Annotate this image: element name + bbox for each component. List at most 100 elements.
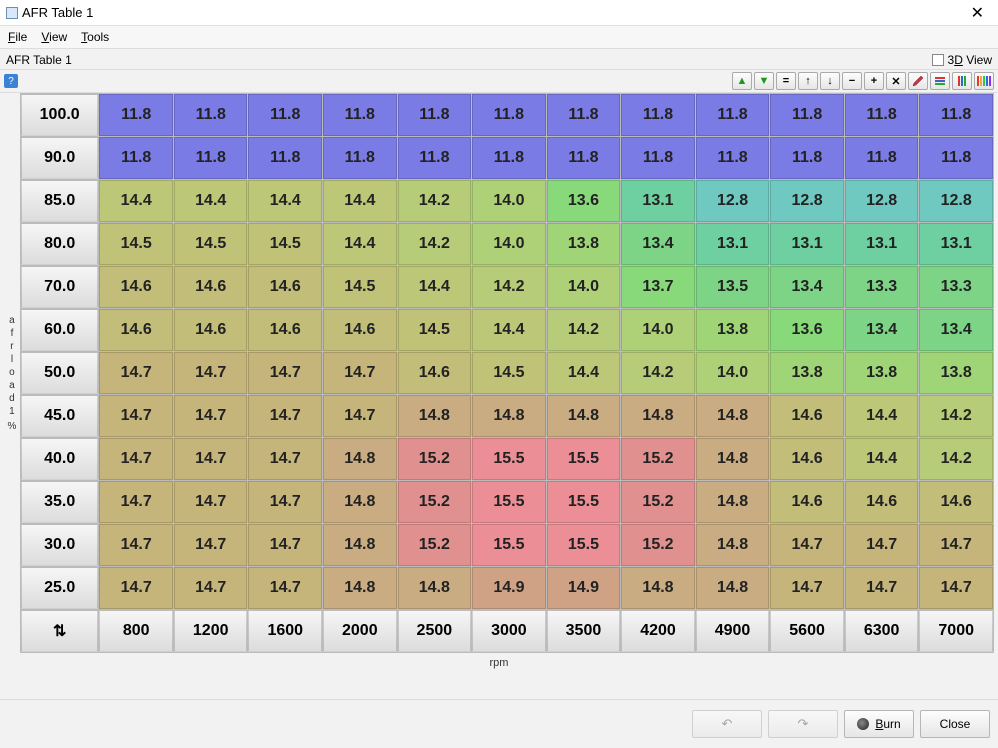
burn-button[interactable]: Burn: [844, 710, 914, 738]
afr-cell[interactable]: 11.8: [99, 137, 172, 179]
afr-cell[interactable]: 14.4: [845, 438, 919, 480]
col-header[interactable]: 7000: [919, 610, 993, 652]
afr-cell[interactable]: 11.8: [621, 137, 695, 179]
afr-cell[interactable]: 14.5: [398, 309, 472, 351]
afr-cell[interactable]: 14.4: [99, 180, 172, 222]
afr-cell[interactable]: 13.8: [919, 352, 993, 394]
afr-cell[interactable]: 14.7: [174, 567, 248, 609]
afr-cell[interactable]: 11.8: [248, 94, 322, 136]
afr-cell[interactable]: 14.6: [248, 266, 322, 308]
row-header[interactable]: 25.0: [21, 567, 99, 609]
afr-cell[interactable]: 14.8: [547, 395, 621, 437]
afr-cell[interactable]: 11.8: [770, 137, 844, 179]
afr-cell[interactable]: 14.8: [621, 567, 695, 609]
afr-cell[interactable]: 11.8: [845, 137, 919, 179]
plus-button[interactable]: +: [864, 72, 884, 90]
afr-cell[interactable]: 14.6: [770, 481, 844, 523]
afr-cell[interactable]: 14.7: [174, 481, 248, 523]
afr-cell[interactable]: 11.8: [845, 94, 919, 136]
afr-cell[interactable]: 13.4: [621, 223, 695, 265]
col-header[interactable]: 2500: [398, 610, 472, 652]
hstripe-button[interactable]: [930, 72, 950, 90]
afr-cell[interactable]: 14.7: [99, 567, 172, 609]
row-header[interactable]: 50.0: [21, 352, 99, 394]
col-header[interactable]: 1600: [248, 610, 322, 652]
afr-cell[interactable]: 13.6: [770, 309, 844, 351]
afr-cell[interactable]: 11.8: [696, 137, 770, 179]
afr-cell[interactable]: 14.4: [398, 266, 472, 308]
afr-cell[interactable]: 14.7: [99, 395, 172, 437]
afr-cell[interactable]: 14.9: [472, 567, 546, 609]
afr-cell[interactable]: 14.7: [99, 352, 172, 394]
afr-cell[interactable]: 11.8: [174, 137, 248, 179]
afr-cell[interactable]: 14.5: [323, 266, 397, 308]
afr-cell[interactable]: 14.7: [99, 524, 172, 566]
row-header[interactable]: 80.0: [21, 223, 99, 265]
afr-cell[interactable]: 15.2: [621, 524, 695, 566]
afr-cell[interactable]: 14.8: [696, 438, 770, 480]
equals-button[interactable]: =: [776, 72, 796, 90]
afr-cell[interactable]: 14.7: [248, 352, 322, 394]
afr-cell[interactable]: 14.7: [174, 352, 248, 394]
afr-cell[interactable]: 14.5: [472, 352, 546, 394]
view-3d-toggle[interactable]: 3D View: [932, 53, 993, 67]
afr-cell[interactable]: 14.6: [919, 481, 993, 523]
afr-cell[interactable]: 12.8: [696, 180, 770, 222]
afr-cell[interactable]: 12.8: [845, 180, 919, 222]
afr-cell[interactable]: 14.5: [174, 223, 248, 265]
afr-cell[interactable]: 14.4: [845, 395, 919, 437]
afr-table[interactable]: 100.011.811.811.811.811.811.811.811.811.…: [20, 93, 994, 653]
afr-cell[interactable]: 15.5: [472, 481, 546, 523]
afr-cell[interactable]: 11.8: [919, 94, 993, 136]
afr-cell[interactable]: 11.8: [248, 137, 322, 179]
help-icon[interactable]: ?: [4, 74, 18, 88]
afr-cell[interactable]: 14.2: [547, 309, 621, 351]
row-header[interactable]: 100.0: [21, 94, 99, 136]
afr-cell[interactable]: 14.8: [696, 395, 770, 437]
afr-cell[interactable]: 14.7: [919, 567, 993, 609]
afr-cell[interactable]: 14.2: [621, 352, 695, 394]
arrow-up-green-button[interactable]: ▲: [732, 72, 752, 90]
afr-cell[interactable]: 15.5: [547, 524, 621, 566]
afr-cell[interactable]: 14.7: [248, 524, 322, 566]
afr-cell[interactable]: 14.8: [323, 438, 397, 480]
afr-cell[interactable]: 13.1: [696, 223, 770, 265]
afr-cell[interactable]: 14.8: [398, 395, 472, 437]
afr-cell[interactable]: 13.6: [547, 180, 621, 222]
afr-cell[interactable]: 14.6: [99, 309, 172, 351]
afr-cell[interactable]: 14.2: [919, 438, 993, 480]
col-header[interactable]: 3000: [472, 610, 546, 652]
afr-cell[interactable]: 11.8: [398, 137, 472, 179]
row-header[interactable]: 70.0: [21, 266, 99, 308]
afr-cell[interactable]: 13.4: [770, 266, 844, 308]
afr-cell[interactable]: 14.2: [472, 266, 546, 308]
pencil-button[interactable]: [908, 72, 928, 90]
afr-cell[interactable]: 15.5: [547, 438, 621, 480]
afr-cell[interactable]: 12.8: [770, 180, 844, 222]
afr-cell[interactable]: 15.5: [547, 481, 621, 523]
multiply-button[interactable]: ✕: [886, 72, 906, 90]
afr-cell[interactable]: 13.3: [845, 266, 919, 308]
afr-cell[interactable]: 14.7: [323, 352, 397, 394]
afr-cell[interactable]: 13.7: [621, 266, 695, 308]
afr-cell[interactable]: 11.8: [174, 94, 248, 136]
afr-cell[interactable]: 14.0: [696, 352, 770, 394]
afr-cell[interactable]: 15.2: [398, 524, 472, 566]
afr-cell[interactable]: 14.7: [845, 524, 919, 566]
afr-cell[interactable]: 15.2: [621, 481, 695, 523]
col-header[interactable]: 6300: [845, 610, 919, 652]
axis-corner-button[interactable]: ⇅: [21, 610, 99, 652]
afr-cell[interactable]: 12.8: [919, 180, 993, 222]
afr-cell[interactable]: 13.1: [919, 223, 993, 265]
redo-button[interactable]: ↷: [768, 710, 838, 738]
col-header[interactable]: 5600: [770, 610, 844, 652]
row-header[interactable]: 90.0: [21, 137, 99, 179]
afr-cell[interactable]: 14.6: [398, 352, 472, 394]
col-header[interactable]: 4900: [696, 610, 770, 652]
minus-button[interactable]: −: [842, 72, 862, 90]
afr-cell[interactable]: 14.4: [472, 309, 546, 351]
arrow-down-green-button[interactable]: ▼: [754, 72, 774, 90]
afr-cell[interactable]: 14.7: [174, 438, 248, 480]
afr-cell[interactable]: 14.6: [99, 266, 172, 308]
afr-cell[interactable]: 14.7: [770, 524, 844, 566]
